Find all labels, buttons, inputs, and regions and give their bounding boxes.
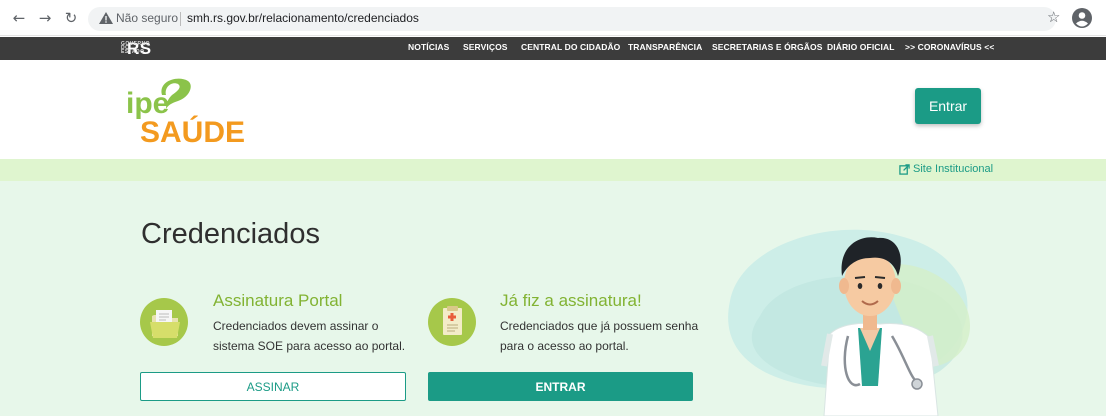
card-assinatura-title: Assinatura Portal	[213, 291, 343, 310]
gov-link-central-cidadao[interactable]: CENTRAL DO CIDADÃO	[521, 42, 620, 52]
bookmark-star-icon[interactable]: ☆	[1047, 8, 1060, 26]
back-icon[interactable]: ←	[10, 9, 28, 27]
site-institucional-label: Site Institucional	[913, 163, 994, 175]
gov-link-servicos[interactable]: SERVIÇOS	[463, 42, 508, 52]
account-icon[interactable]	[1072, 8, 1092, 28]
url-text[interactable]: smh.rs.gov.br/relacionamento/credenciado…	[187, 11, 419, 25]
institutional-strip: Site Institucional	[0, 159, 1106, 181]
rs-logo-small-text: GOVERNO DO ESTADO	[121, 41, 151, 55]
gov-link-coronavirus[interactable]: >> CORONAVÍRUS <<	[905, 42, 994, 52]
rs-logo[interactable]: GOVERNO DO ESTADO RS	[121, 39, 152, 58]
site-institucional-link[interactable]: Site Institucional	[899, 163, 993, 175]
card-assinatura-description: Credenciados devem assinar o sistema SOE…	[213, 319, 406, 353]
government-bar: GOVERNO DO ESTADO RS NOTÍCIAS SERVIÇOS C…	[0, 37, 1106, 60]
browser-toolbar: ← → ↻ Não seguro smh.rs.gov.br/relaciona…	[0, 0, 1106, 36]
card-ja-assinei-title: Já fiz a assinatura!	[500, 291, 642, 310]
address-bar[interactable]: Não seguro smh.rs.gov.br/relacionamento/…	[88, 7, 1056, 31]
security-status: Não seguro	[116, 11, 179, 25]
gov-link-secretarias[interactable]: SECRETARIAS E ÓRGÃOS	[712, 42, 822, 52]
header-entrar-button[interactable]: Entrar	[915, 88, 981, 124]
ipe-saude-logo[interactable]: ipe SAÚDE	[126, 75, 246, 145]
page-title: Credenciados	[141, 218, 320, 250]
assinar-button[interactable]: ASSINAR	[140, 372, 406, 401]
logo-text-saude: SAÚDE	[140, 115, 245, 145]
card-ja-assinei-description: Credenciados que já possuem senha para o…	[500, 319, 699, 353]
doctor-illustration	[728, 229, 970, 416]
site-header: ipe SAÚDE Entrar	[0, 60, 1106, 159]
entrar-portal-button[interactable]: ENTRAR	[428, 372, 693, 401]
medical-document-icon	[428, 298, 476, 346]
gov-link-diario-oficial[interactable]: DIÁRIO OFICIAL	[827, 42, 895, 52]
forward-icon[interactable]: →	[36, 9, 54, 27]
omnibox-separator	[180, 12, 181, 26]
credenciados-section: Credenciados Assinatura Portal Credencia…	[0, 181, 1106, 416]
external-link-icon	[899, 163, 910, 175]
gov-link-transparencia[interactable]: TRANSPARÊNCIA	[628, 42, 702, 52]
gov-link-noticias[interactable]: NOTÍCIAS	[408, 42, 449, 52]
warning-icon	[99, 12, 113, 24]
reload-icon[interactable]: ↻	[62, 9, 80, 27]
folder-icon	[140, 298, 188, 346]
